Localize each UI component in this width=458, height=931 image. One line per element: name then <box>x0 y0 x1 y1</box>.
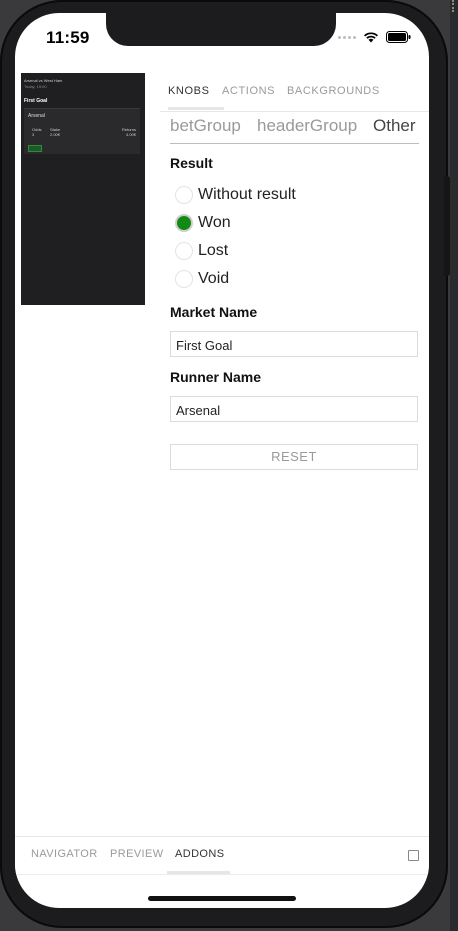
radio-button-selected[interactable] <box>175 214 193 232</box>
runner-name-input[interactable]: Arsenal <box>170 396 418 422</box>
radio-button[interactable] <box>175 186 193 204</box>
tab-knobs[interactable]: Knobs <box>168 85 210 97</box>
bottom-tab-addons[interactable]: Addons <box>175 848 224 860</box>
radio-option-without-result[interactable]: Without result <box>175 183 296 207</box>
bottom-nav: Navigator Preview Addons <box>15 836 429 875</box>
phone-frame: 11:59 Arsenal vs West Ham Today, 15:00 F… <box>0 0 450 928</box>
group-tab-betgroup[interactable]: betGroup <box>170 116 241 136</box>
preview-odds: Odds 3 <box>32 127 42 137</box>
background-strip <box>450 0 458 931</box>
window-dots-icon <box>452 0 456 12</box>
tab-backgrounds[interactable]: Backgrounds <box>287 85 380 97</box>
tab-actions[interactable]: Actions <box>222 85 275 97</box>
preview-thumbnail[interactable]: Arsenal vs West Ham Today, 15:00 First G… <box>21 73 145 305</box>
home-indicator <box>148 896 296 901</box>
market-name-label: Market Name <box>170 304 258 320</box>
status-time: 11:59 <box>46 28 90 47</box>
preview-stake: Stake 2.00€ <box>50 127 61 137</box>
radio-option-lost[interactable]: Lost <box>175 239 228 263</box>
bottom-tab-navigator[interactable]: Navigator <box>31 848 98 860</box>
preview-event: Arsenal vs West Ham <box>24 78 63 83</box>
notch <box>106 13 336 46</box>
preview-returns: Returns 4.00€ <box>121 127 136 137</box>
wifi-icon <box>364 32 378 43</box>
runner-name-label: Runner Name <box>170 369 262 385</box>
preview-market: First Goal <box>24 98 48 104</box>
addon-tabs: Knobs Actions Backgrounds <box>160 69 429 112</box>
bottom-safe-area <box>15 874 429 908</box>
radio-option-void[interactable]: Void <box>175 267 229 291</box>
radio-option-won[interactable]: Won <box>175 211 231 235</box>
market-name-input[interactable]: First Goal <box>170 331 418 357</box>
bottom-tab-preview[interactable]: Preview <box>110 848 164 860</box>
battery-icon <box>386 31 411 43</box>
reset-button[interactable]: Reset <box>170 444 418 470</box>
preview-bet-card: Arsenal Odds 3 Stake 2.00€ Returns 4.00€ <box>24 108 140 154</box>
status-icons <box>338 31 411 43</box>
preview-runner: Arsenal <box>28 113 45 119</box>
active-tab-indicator <box>168 107 224 110</box>
side-button <box>444 176 450 276</box>
result-label: Result <box>170 155 213 171</box>
group-tab-headergroup[interactable]: headerGroup <box>257 116 357 136</box>
group-tab-other[interactable]: Other <box>373 116 416 136</box>
radio-button[interactable] <box>175 242 193 260</box>
phone-screen: 11:59 Arsenal vs West Ham Today, 15:00 F… <box>15 13 429 908</box>
knob-group-tabs: betGroup headerGroup Other <box>170 113 419 144</box>
cellular-signal-icon <box>338 35 356 39</box>
panel-toggle-icon[interactable] <box>408 850 419 861</box>
radio-button[interactable] <box>175 270 193 288</box>
preview-status-chip <box>28 145 42 152</box>
preview-when: Today, 15:00 <box>24 84 47 89</box>
